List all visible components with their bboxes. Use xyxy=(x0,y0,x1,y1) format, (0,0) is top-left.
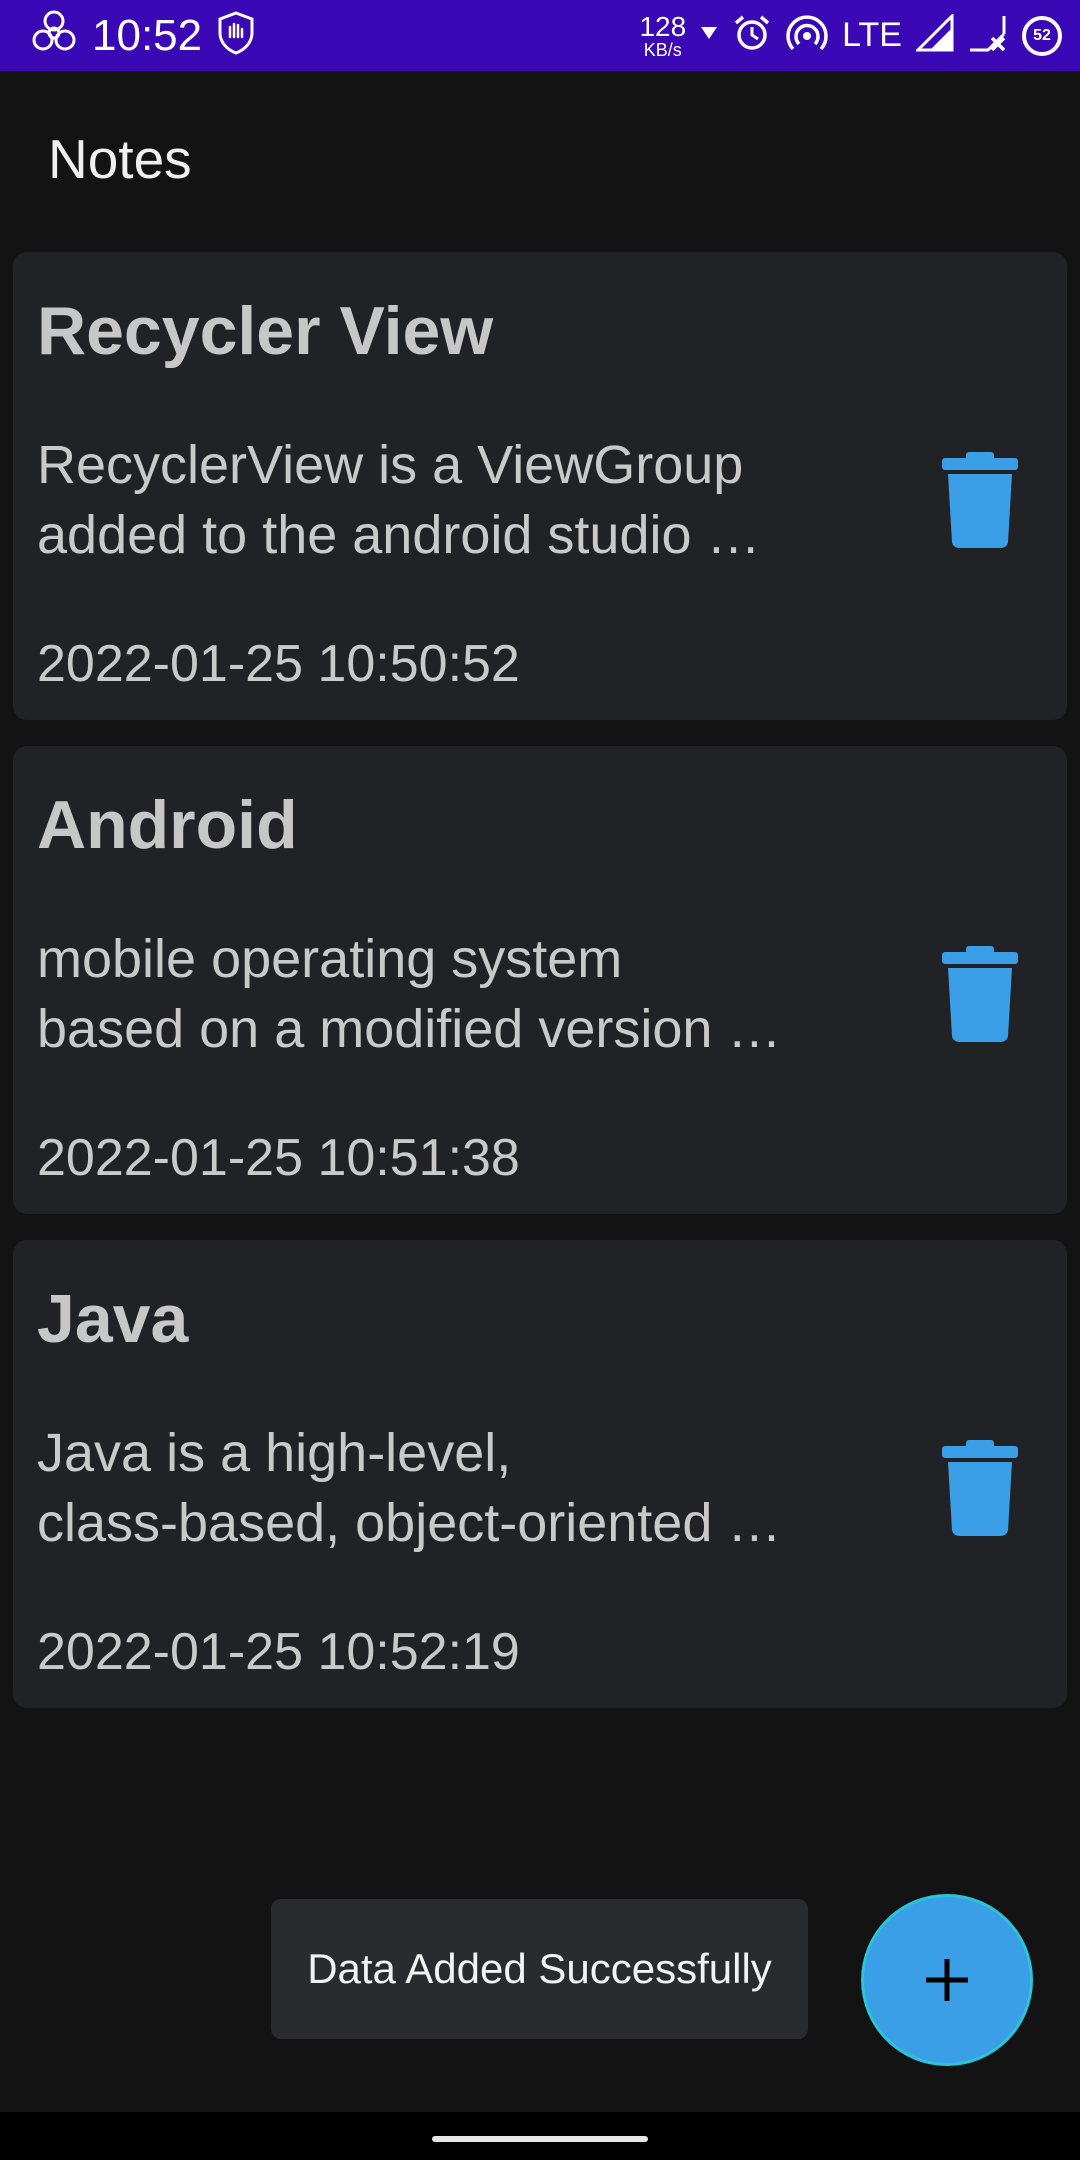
home-gesture-handle[interactable] xyxy=(432,2136,648,2142)
delete-button[interactable] xyxy=(925,1428,1035,1548)
note-date: 2022-01-25 10:50:52 xyxy=(37,635,520,693)
network-type: LTE xyxy=(842,16,902,54)
hotspot-icon xyxy=(786,12,828,59)
note-description-line: class-based, object-oriented … xyxy=(37,1493,782,1553)
note-description-line: RecyclerView is a ViewGroup xyxy=(37,435,744,495)
navigation-bar xyxy=(0,2112,1080,2160)
delete-button[interactable] xyxy=(925,934,1035,1054)
status-bar: 10:52 128 KB/s LTE 52 xyxy=(0,0,1080,71)
note-description-line: based on a modified version … xyxy=(37,999,782,1059)
note-title: Android xyxy=(37,787,298,863)
biohazard-icon xyxy=(30,9,78,62)
plus-icon xyxy=(926,1959,968,2001)
note-card[interactable]: Java Java is a high-level, class-based, … xyxy=(13,1240,1067,1708)
app-bar: Notes xyxy=(0,71,1080,251)
trash-icon xyxy=(942,946,1018,1042)
toast-message: Data Added Successfully xyxy=(307,1945,772,1992)
toast: Data Added Successfully xyxy=(271,1899,808,2039)
speed-value: 128 xyxy=(639,10,687,42)
alarm-icon xyxy=(732,13,772,58)
note-date: 2022-01-25 10:52:19 xyxy=(37,1623,520,1681)
page-title: Notes xyxy=(48,128,192,190)
network-speed: 128 KB/s xyxy=(639,10,687,60)
note-description: RecyclerView is a ViewGroup added to the… xyxy=(37,430,857,570)
data-arrow-icon xyxy=(700,25,718,46)
status-right: 128 KB/s LTE 52 xyxy=(639,0,1062,71)
trash-icon xyxy=(942,1440,1018,1536)
note-title: Recycler View xyxy=(37,293,494,369)
signal-x-icon xyxy=(968,14,1008,57)
signal-icon xyxy=(914,12,954,57)
add-note-button[interactable] xyxy=(864,1897,1030,2063)
note-description-line: Java is a high-level, xyxy=(37,1423,512,1483)
note-description-line: mobile operating system xyxy=(37,929,623,989)
trash-icon xyxy=(942,452,1018,548)
speed-unit: KB/s xyxy=(643,39,682,60)
note-card[interactable]: Android mobile operating system based on… xyxy=(13,746,1067,1214)
battery-icon: 52 xyxy=(1022,15,1062,56)
status-left: 10:52 xyxy=(30,0,256,71)
status-time: 10:52 xyxy=(92,10,203,60)
delete-button[interactable] xyxy=(925,440,1035,560)
note-card[interactable]: Recycler View RecyclerView is a ViewGrou… xyxy=(13,252,1067,720)
note-description: Java is a high-level, class-based, objec… xyxy=(37,1418,857,1558)
note-description: mobile operating system based on a modif… xyxy=(37,924,857,1064)
battery-level: 52 xyxy=(1033,26,1051,44)
note-date: 2022-01-25 10:51:38 xyxy=(37,1129,520,1187)
shield-hand-icon xyxy=(216,11,256,60)
note-title: Java xyxy=(37,1281,189,1357)
note-description-line: added to the android studio … xyxy=(37,505,761,565)
